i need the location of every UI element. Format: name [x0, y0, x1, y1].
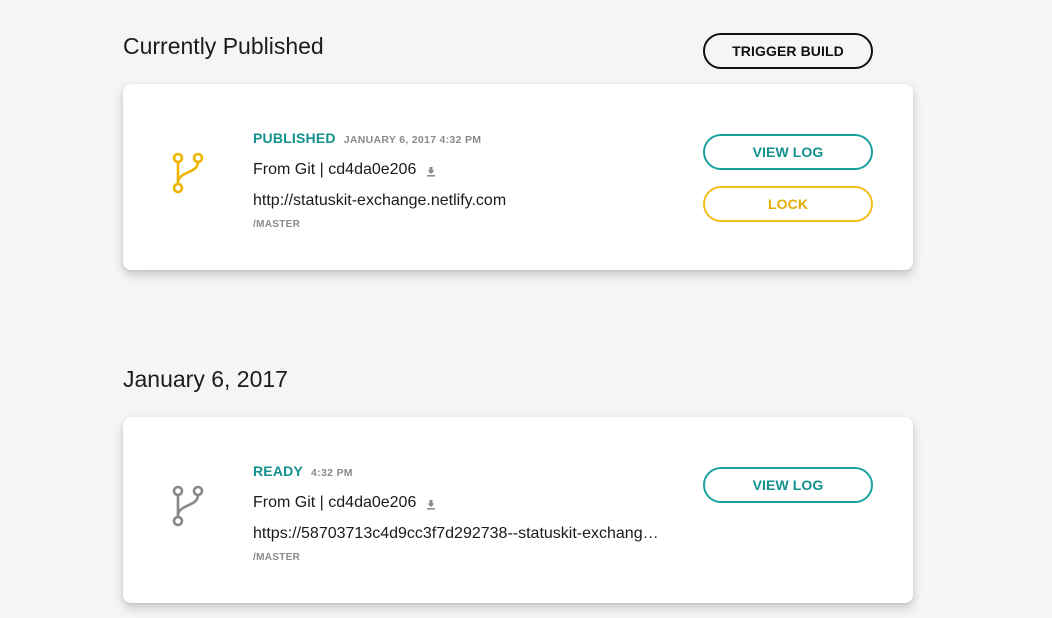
currently-published-title: Currently Published	[123, 33, 324, 59]
deploy-source: From Git | cd4da0e206	[253, 493, 683, 513]
status-badge: PUBLISHED	[253, 130, 336, 146]
download-icon[interactable]	[426, 500, 436, 510]
deploy-url-link[interactable]: http://statuskit-exchange.netlify.com	[253, 191, 659, 211]
git-branch-icon	[172, 152, 204, 194]
deploy-timestamp: 4:32 PM	[311, 467, 353, 479]
download-icon[interactable]	[426, 167, 436, 177]
trigger-build-button[interactable]: TRIGGER BUILD	[703, 33, 873, 69]
branch-name: /MASTER	[253, 219, 301, 230]
date-group-title: January 6, 2017	[123, 366, 288, 392]
source-text: From Git | cd4da0e206	[253, 161, 417, 178]
deploy-card: READY 4:32 PM From Git | cd4da0e206 http…	[123, 417, 913, 603]
branch-name: /MASTER	[253, 552, 301, 563]
deploy-url-link[interactable]: https://58703713c4d9cc3f7d292738--status…	[253, 524, 659, 544]
status-badge: READY	[253, 463, 304, 479]
deploy-source: From Git | cd4da0e206	[253, 160, 683, 180]
lock-button[interactable]: LOCK	[703, 186, 873, 222]
status-line: READY 4:32 PM	[253, 463, 683, 481]
deploy-info: READY 4:32 PM From Git | cd4da0e206 http…	[253, 463, 683, 563]
git-branch-icon	[172, 485, 204, 527]
view-log-button[interactable]: VIEW LOG	[703, 134, 873, 170]
view-log-button[interactable]: VIEW LOG	[703, 467, 873, 503]
deploy-timestamp: JANUARY 6, 2017 4:32 PM	[343, 134, 482, 146]
source-text: From Git | cd4da0e206	[253, 494, 417, 511]
status-line: PUBLISHED JANUARY 6, 2017 4:32 PM	[253, 130, 683, 148]
published-deploy-card: PUBLISHED JANUARY 6, 2017 4:32 PM From G…	[123, 84, 913, 270]
deploy-info: PUBLISHED JANUARY 6, 2017 4:32 PM From G…	[253, 130, 683, 230]
